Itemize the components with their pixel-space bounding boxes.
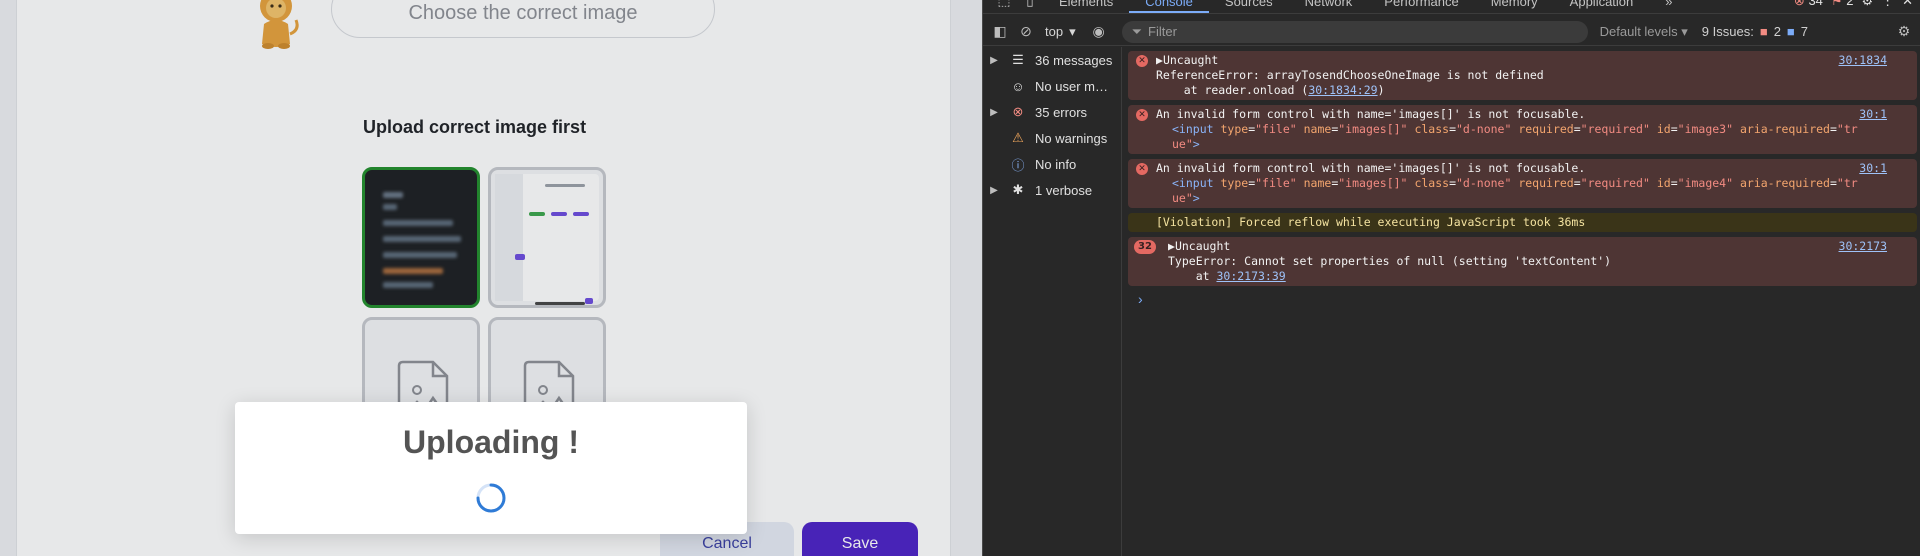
user-icon: ☺ <box>1011 78 1025 94</box>
devtools-panel: ⬚ ▯ Elements Console Sources Network Per… <box>982 0 1920 556</box>
modal-title: Uploading ! <box>403 424 579 460</box>
console-error-message[interactable]: 32 30:2173 ▶Uncaught TypeError: Cannot s… <box>1128 237 1917 286</box>
clear-console-icon[interactable]: ⊘ <box>1013 19 1039 45</box>
console-violation-message[interactable]: [Violation] Forced reflow while executin… <box>1128 213 1917 232</box>
more-options-icon[interactable]: ⋮ <box>1881 0 1894 9</box>
loading-spinner-icon <box>476 483 506 513</box>
tab-elements[interactable]: Elements <box>1043 0 1129 13</box>
source-link[interactable]: 30:1 <box>1859 161 1887 176</box>
source-link[interactable]: 30:1834 <box>1839 53 1887 68</box>
warning-flag-icon: ⚑ <box>1830 0 1843 8</box>
error-icon: ✕ <box>1136 55 1148 67</box>
error-icon: ✕ <box>1136 163 1148 175</box>
app-viewport: Choose the correct image Upload correct … <box>0 0 982 556</box>
stack-link[interactable]: 30:2173:39 <box>1216 269 1285 283</box>
tab-performance[interactable]: Performance <box>1368 0 1474 13</box>
sidebar-item-verbose[interactable]: ▶ ✱ 1 verbose <box>983 177 1121 203</box>
source-link[interactable]: 30:2173 <box>1839 239 1887 254</box>
error-icon: ✕ <box>1136 109 1148 121</box>
bug-icon: ✱ <box>1012 182 1024 197</box>
console-error-message[interactable]: ✕ 30:1 An invalid form control with name… <box>1128 105 1917 154</box>
filter-input[interactable]: ⏷ Filter <box>1121 20 1588 43</box>
sidebar-item-info[interactable]: ⓘ No info <box>983 151 1121 177</box>
console-settings-icon[interactable]: ⚙ <box>1891 19 1917 45</box>
tab-network[interactable]: Network <box>1289 0 1369 13</box>
inspect-element-icon[interactable]: ⬚ <box>991 0 1017 13</box>
dom-node-snippet[interactable]: <input type="file" name="images[]" class… <box>1156 122 1887 152</box>
repeat-count-badge: 32 <box>1134 240 1156 254</box>
expand-arrow-icon: ▶ <box>990 184 998 196</box>
sidebar-item-errors[interactable]: ▶ ⊗ 35 errors <box>983 99 1121 125</box>
context-selector[interactable]: top ▾ <box>1045 24 1076 40</box>
dom-node-snippet[interactable]: <input type="file" name="images[]" class… <box>1156 176 1887 206</box>
issues-error-icon: ■ <box>1759 24 1768 39</box>
error-icon: ⊗ <box>1793 0 1805 8</box>
console-prompt[interactable]: › <box>1128 291 1917 307</box>
sidebar-item-user-messages[interactable]: ☺ No user m… <box>983 73 1121 99</box>
stack-link[interactable]: 30:1834:29 <box>1308 83 1377 97</box>
issues-button[interactable]: 9 Issues: ■ 2 ■ 7 <box>1702 24 1808 39</box>
console-messages: ✕ 30:1834 ▶Uncaught ReferenceError: arra… <box>1128 51 1917 307</box>
error-counter[interactable]: ⊗ 34 <box>1794 0 1823 9</box>
console-sidebar: ▶ ☰ 36 messages ☺ No user m… ▶ ⊗ 35 erro… <box>983 47 1122 556</box>
console-error-message[interactable]: ✕ 30:1 An invalid form control with name… <box>1128 159 1917 208</box>
sidebar-item-warnings[interactable]: ⚠ No warnings <box>983 125 1121 151</box>
error-icon: ⊗ <box>1012 104 1024 119</box>
list-icon: ☰ <box>1012 52 1024 67</box>
issues-info-icon: ■ <box>1786 24 1795 39</box>
filter-icon: ⏷ <box>1131 23 1143 39</box>
close-icon[interactable]: ✕ <box>1902 0 1913 9</box>
warning-icon: ⚠ <box>1012 130 1024 145</box>
source-link[interactable]: 30:1 <box>1859 107 1887 122</box>
expand-arrow-icon: ▶ <box>990 106 998 118</box>
info-icon: ⓘ <box>1011 157 1025 173</box>
more-tabs-icon[interactable]: » <box>1649 0 1688 13</box>
expand-arrow-icon[interactable]: ▶ <box>1168 239 1175 253</box>
expand-arrow-icon: ▶ <box>990 54 998 66</box>
tab-sources[interactable]: Sources <box>1209 0 1289 13</box>
log-levels-dropdown[interactable]: Default levels ▾ <box>1600 24 1688 40</box>
console-toolbar: ◧ ⊘ top ▾ ◉ ⏷ Filter Default levels ▾ 9 … <box>983 18 1920 46</box>
sidebar-item-messages[interactable]: ▶ ☰ 36 messages <box>983 47 1121 73</box>
console-error-message[interactable]: ✕ 30:1834 ▶Uncaught ReferenceError: arra… <box>1128 51 1917 100</box>
devtools-tabbar: ⬚ ▯ Elements Console Sources Network Per… <box>983 0 1920 14</box>
warning-counter[interactable]: ⚑ 2 <box>1831 0 1854 9</box>
sidebar-toggle-icon[interactable]: ◧ <box>987 19 1013 45</box>
uploading-modal: Uploading ! <box>235 402 747 534</box>
eye-icon[interactable]: ◉ <box>1086 19 1112 45</box>
tab-application[interactable]: Application <box>1554 0 1650 13</box>
settings-icon[interactable]: ⚙ <box>1861 0 1873 9</box>
device-toolbar-icon[interactable]: ▯ <box>1017 0 1043 13</box>
chevron-down-icon: ▾ <box>1069 23 1076 39</box>
tab-memory[interactable]: Memory <box>1475 0 1554 13</box>
expand-arrow-icon[interactable]: ▶ <box>1156 53 1163 67</box>
tab-console[interactable]: Console <box>1129 0 1209 13</box>
